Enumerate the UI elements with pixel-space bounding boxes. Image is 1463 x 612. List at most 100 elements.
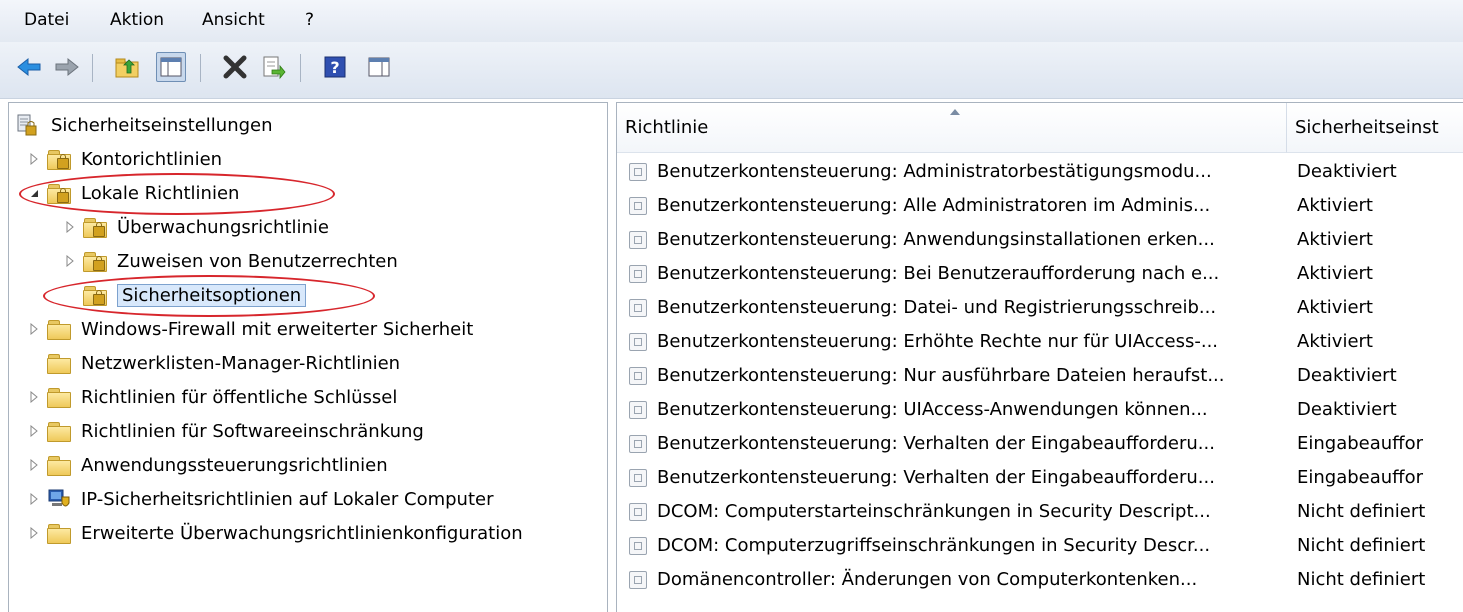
- console-tree: Sicherheitseinstellungen Kontorichtlinie…: [8, 102, 608, 612]
- policy-name: Domänencontroller: Änderungen von Comput…: [657, 569, 1198, 590]
- policy-value: Deaktiviert: [1297, 399, 1397, 420]
- policy-name: Benutzerkontensteuerung: Verhalten der E…: [657, 433, 1215, 454]
- policy-name: Benutzerkontensteuerung: Erhöhte Rechte …: [657, 331, 1219, 352]
- column-header-richtlinie[interactable]: Richtlinie: [617, 103, 1287, 153]
- tree-item-softwareeinschraenkung[interactable]: Richtlinien für Softwareeinschränkung: [27, 415, 424, 447]
- locked-folder-icon: [83, 251, 107, 272]
- tree-item-windows-firewall[interactable]: Windows-Firewall mit erweiterter Sicherh…: [27, 313, 473, 345]
- policy-value: Aktiviert: [1297, 229, 1373, 250]
- toolbar: ?: [0, 42, 1463, 99]
- policy-name: Benutzerkontensteuerung: Anwendungsinsta…: [657, 229, 1215, 250]
- policy-name: DCOM: Computerzugriffseinschränkungen in…: [657, 535, 1211, 556]
- list-row[interactable]: Benutzerkontensteuerung: Bei Benutzerauf…: [617, 257, 1463, 291]
- policy-value: Eingabeauffor: [1297, 467, 1423, 488]
- list-row[interactable]: Benutzerkontensteuerung: Verhalten der E…: [617, 427, 1463, 461]
- list-row[interactable]: Benutzerkontensteuerung: Anwendungsinsta…: [617, 223, 1463, 257]
- menu-aktion[interactable]: Aktion: [110, 10, 164, 30]
- tree-label: Überwachungsrichtlinie: [117, 216, 330, 238]
- tree-label: Richtlinien für Softwareeinschränkung: [81, 420, 424, 442]
- export-list-icon[interactable]: [258, 52, 288, 82]
- expand-triangle-icon[interactable]: [27, 458, 41, 472]
- tree-label: Windows-Firewall mit erweiterter Sicherh…: [81, 318, 474, 340]
- svg-text:?: ?: [330, 58, 339, 77]
- show-hide-console-tree-icon[interactable]: [156, 52, 186, 82]
- policy-value: Deaktiviert: [1297, 365, 1397, 386]
- policy-icon: [629, 333, 647, 351]
- list-row[interactable]: Benutzerkontensteuerung: Datei- und Regi…: [617, 291, 1463, 325]
- expand-triangle-icon[interactable]: [27, 424, 41, 438]
- folder-icon: [47, 455, 71, 476]
- policy-value: Nicht definiert: [1297, 569, 1426, 590]
- tree-item-netzwerklisten-manager[interactable]: Netzwerklisten-Manager-Richtlinien: [27, 347, 400, 379]
- expand-triangle-icon[interactable]: [27, 526, 41, 540]
- tree-item-anwendungssteuerung[interactable]: Anwendungssteuerungsrichtlinien: [27, 449, 388, 481]
- toolbar-separator: [92, 54, 93, 82]
- policy-value: Nicht definiert: [1297, 501, 1426, 522]
- security-settings-icon: [15, 113, 39, 137]
- tree-label: Richtlinien für öffentliche Schlüssel: [81, 386, 398, 408]
- tree-label: Sicherheitseinstellungen: [51, 114, 273, 136]
- toolbar-separator: [200, 54, 201, 82]
- tree-label: Kontorichtlinien: [81, 148, 223, 170]
- expand-triangle-icon[interactable]: [27, 152, 41, 166]
- expand-triangle-icon[interactable]: [27, 322, 41, 336]
- expand-triangle-icon[interactable]: [63, 254, 77, 268]
- policy-name: DCOM: Computerstarteinschränkungen in Se…: [657, 501, 1211, 522]
- policy-value: Aktiviert: [1297, 263, 1373, 284]
- delete-icon[interactable]: [220, 52, 250, 82]
- policy-icon: [629, 435, 647, 453]
- tree-item-ip-sicherheitsrichtlinien[interactable]: IP-Sicherheitsrichtlinien auf Lokaler Co…: [27, 483, 494, 515]
- expand-triangle-icon[interactable]: [27, 390, 41, 404]
- policy-value: Nicht definiert: [1297, 535, 1426, 556]
- folder-icon: [47, 319, 71, 340]
- policy-list: Richtlinie Sicherheitseinst Benutzerkont…: [616, 102, 1463, 612]
- folder-icon: [47, 353, 71, 374]
- list-row[interactable]: Benutzerkontensteuerung: Erhöhte Rechte …: [617, 325, 1463, 359]
- list-row[interactable]: Benutzerkontensteuerung: Administratorbe…: [617, 155, 1463, 189]
- policy-icon: [629, 197, 647, 215]
- up-folder-icon[interactable]: [112, 52, 142, 82]
- tree-label: IP-Sicherheitsrichtlinien auf Lokaler Co…: [81, 488, 494, 510]
- policy-name: Benutzerkontensteuerung: UIAccess-Anwend…: [657, 399, 1208, 420]
- policy-icon: [629, 571, 647, 589]
- policy-icon: [629, 265, 647, 283]
- locked-folder-icon: [47, 149, 71, 170]
- menu-ansicht[interactable]: Ansicht: [202, 10, 265, 30]
- policy-icon: [629, 401, 647, 419]
- tree-item-ueberwachungsrichtlinie[interactable]: Überwachungsrichtlinie: [63, 211, 329, 243]
- policy-value: Aktiviert: [1297, 297, 1373, 318]
- list-row[interactable]: Benutzerkontensteuerung: UIAccess-Anwend…: [617, 393, 1463, 427]
- expand-triangle-icon[interactable]: [63, 220, 77, 234]
- list-row[interactable]: Benutzerkontensteuerung: Alle Administra…: [617, 189, 1463, 223]
- list-row[interactable]: Benutzerkontensteuerung: Verhalten der E…: [617, 461, 1463, 495]
- list-row[interactable]: Domänencontroller: Änderungen von Comput…: [617, 563, 1463, 597]
- policy-name: Benutzerkontensteuerung: Bei Benutzerauf…: [657, 263, 1220, 284]
- policy-icon: [629, 163, 647, 181]
- forward-arrow-icon[interactable]: [52, 52, 82, 82]
- help-icon[interactable]: ?: [320, 52, 350, 82]
- list-row[interactable]: DCOM: Computerstarteinschränkungen in Se…: [617, 495, 1463, 529]
- menu-help[interactable]: ?: [305, 10, 314, 30]
- tree-root[interactable]: Sicherheitseinstellungen: [15, 109, 273, 141]
- folder-icon: [47, 387, 71, 408]
- column-header-label: Sicherheitseinst: [1295, 117, 1439, 138]
- tree-label: Zuweisen von Benutzerrechten: [117, 250, 398, 272]
- tree-item-erweiterte-ueberwachung[interactable]: Erweiterte Überwachungsrichtlinienkonfig…: [27, 517, 523, 549]
- back-arrow-icon[interactable]: [14, 52, 44, 82]
- tree-item-kontorichtlinien[interactable]: Kontorichtlinien: [27, 143, 222, 175]
- tree-label: Anwendungssteuerungsrichtlinien: [81, 454, 388, 476]
- locked-folder-icon: [83, 217, 107, 238]
- policy-value: Eingabeauffor: [1297, 433, 1423, 454]
- menu-datei[interactable]: Datei: [24, 10, 69, 30]
- policy-name: Benutzerkontensteuerung: Nur ausführbare…: [657, 365, 1225, 386]
- tree-item-oeffentliche-schluessel[interactable]: Richtlinien für öffentliche Schlüssel: [27, 381, 397, 413]
- tree-label: Erweiterte Überwachungsrichtlinienkonfig…: [81, 522, 523, 544]
- action-pane-icon[interactable]: [364, 52, 394, 82]
- expand-triangle-icon[interactable]: [27, 492, 41, 506]
- folder-icon: [47, 523, 71, 544]
- tree-item-zuweisen-von-benutzerrechten[interactable]: Zuweisen von Benutzerrechten: [63, 245, 398, 277]
- policy-value: Aktiviert: [1297, 195, 1373, 216]
- list-row[interactable]: DCOM: Computerzugriffseinschränkungen in…: [617, 529, 1463, 563]
- column-header-sicherheitseinstellung[interactable]: Sicherheitseinst: [1287, 103, 1463, 153]
- list-row[interactable]: Benutzerkontensteuerung: Nur ausführbare…: [617, 359, 1463, 393]
